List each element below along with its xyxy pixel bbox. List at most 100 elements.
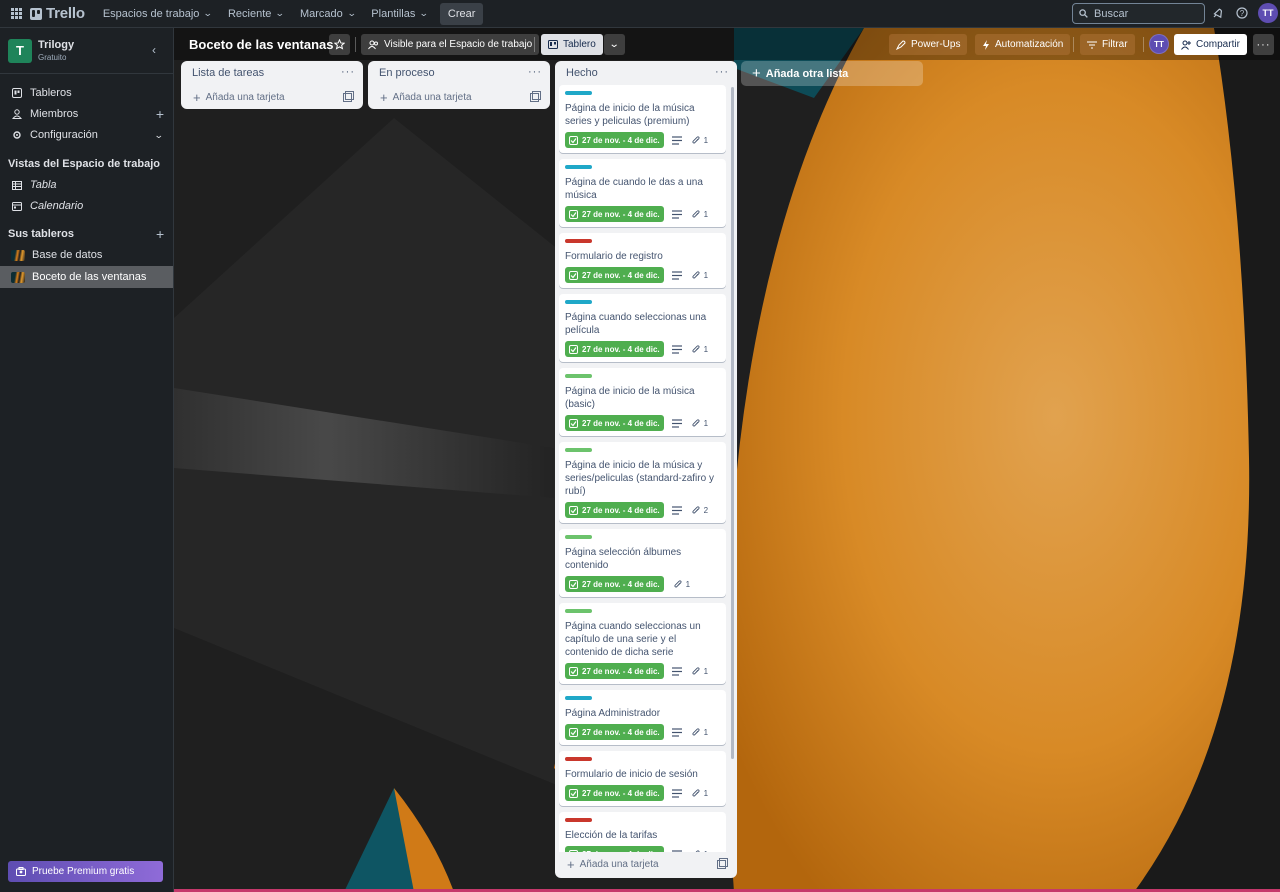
list-header[interactable]: Hecho ··· [555,61,737,85]
card[interactable]: Página selección álbumes contenido 27 de … [559,529,726,597]
chevron-down-icon: ⌄ [275,8,286,18]
due-date-badge[interactable]: 27 de nov. - 4 de dic. [565,415,664,431]
nav-recent[interactable]: Reciente ⌄ [220,2,292,26]
due-date-text: 27 de nov. - 4 de dic. [582,270,660,280]
card[interactable]: Página de cuando le das a una música 27 d… [559,159,726,227]
card-template-icon[interactable] [717,858,728,869]
card-label-green[interactable] [565,609,592,613]
add-board-icon[interactable]: + [156,226,164,242]
notifications-icon[interactable] [1210,5,1226,21]
sidebar-board-boceto-de-las-ventanas[interactable]: Boceto de las ventanas [0,266,173,288]
card[interactable]: Página cuando seleccionas un capítulo de… [559,603,726,684]
card-template-icon[interactable] [530,91,541,102]
card[interactable]: Página cuando seleccionas una película 27… [559,294,726,362]
card[interactable]: Página de inicio de la música (basic) 27 … [559,368,726,436]
card-badges: 27 de nov. - 4 de dic. 1 [565,267,720,283]
person-icon [11,108,23,120]
card-label-green[interactable] [565,448,592,452]
board-member-avatar[interactable]: TT [1149,34,1169,54]
trello-logo-text: Trello [46,5,85,22]
chevron-down-icon: ⌄ [609,39,620,50]
due-date-badge[interactable]: 27 de nov. - 4 de dic. [565,341,664,357]
app-switcher-icon[interactable] [8,6,24,22]
add-list-button[interactable]: + Añada otra lista [741,61,923,86]
sidebar-board-base-de-datos[interactable]: Base de datos [0,245,173,265]
share-button[interactable]: Compartir [1174,34,1247,55]
nav-starred[interactable]: Marcado ⌄ [292,2,363,26]
try-premium-label: Pruebe Premium gratis [32,866,135,877]
help-icon[interactable]: ? [1234,5,1250,21]
card-label-teal[interactable] [565,165,592,169]
list-header[interactable]: Lista de tareas ··· [181,61,363,85]
workspace-avatar[interactable]: T [8,38,32,63]
card-label-teal[interactable] [565,300,592,304]
paperclip-icon [692,666,700,674]
due-date-badge[interactable]: 27 de nov. - 4 de dic. [565,663,664,679]
card-title: Formulario de inicio de sesión [565,769,698,780]
due-date-badge[interactable]: 27 de nov. - 4 de dic. [565,132,664,148]
sidebar-item-table[interactable]: Tabla [0,175,173,195]
card[interactable]: Formulario de registro 27 de nov. - 4 de … [559,233,726,288]
attachments-count: 1 [703,727,709,737]
list-title[interactable]: En proceso [379,67,435,79]
search-input[interactable]: Buscar [1072,3,1205,24]
power-ups-button[interactable]: Power-Ups [889,34,968,55]
top-navigation-bar: Trello Espacios de trabajo ⌄ Reciente ⌄ Ma… [0,0,1280,28]
card-label-teal[interactable] [565,91,592,95]
card-label-green[interactable] [565,535,592,539]
card-label-red[interactable] [565,757,592,761]
nav-templates[interactable]: Plantillas ⌄ [363,2,436,26]
create-button[interactable]: Crear [439,2,484,25]
nav-workspaces[interactable]: Espacios de trabajo ⌄ [95,2,220,26]
sidebar-item-members[interactable]: Miembros + [0,104,173,124]
list-menu-icon[interactable]: ··· [528,65,542,79]
due-date-badge[interactable]: 27 de nov. - 4 de dic. [565,502,664,518]
user-avatar[interactable]: TT [1258,3,1278,23]
due-date-badge[interactable]: 27 de nov. - 4 de dic. [565,576,664,592]
add-card-button[interactable]: + Añada una tarjeta [181,85,363,109]
checkbox-checked-icon [569,579,578,589]
list-title[interactable]: Hecho [566,67,598,79]
workspace-name[interactable]: Trilogy [38,39,74,51]
board-title[interactable]: Boceto de las ventanas [189,37,334,52]
list-title[interactable]: Lista de tareas [192,67,264,79]
board-view-button[interactable]: Tablero [541,34,603,55]
attachments-badge: 1 [692,271,708,280]
add-list-label: Añada otra lista [765,67,849,80]
due-date-badge[interactable]: 27 de nov. - 4 de dic. [565,724,664,740]
collapse-sidebar-icon[interactable]: ‹ [146,42,162,58]
card[interactable]: Página Administrador 27 de nov. - 4 de di… [559,690,726,745]
list-menu-icon[interactable]: ··· [341,65,355,79]
card-label-teal[interactable] [565,696,592,700]
card-label-green[interactable] [565,374,592,378]
card-template-icon[interactable] [343,91,354,102]
list-scrollbar[interactable] [731,87,734,759]
add-card-button[interactable]: + Añada una tarjeta [368,85,550,109]
visibility-button[interactable]: Visible para el Espacio de trabajo [361,34,540,55]
sidebar-item-calendar[interactable]: Calendario [0,196,173,216]
try-premium-button[interactable]: Pruebe Premium gratis [8,861,163,882]
due-date-badge[interactable]: 27 de nov. - 4 de dic. [565,267,664,283]
automation-button[interactable]: Automatización [975,34,1071,55]
add-member-icon[interactable]: + [156,106,164,122]
trello-logo[interactable]: Trello [30,5,85,22]
sidebar-item-settings[interactable]: Configuración ⌄ [0,125,173,145]
list-header[interactable]: En proceso ··· [368,61,550,85]
board-menu-button[interactable]: ··· [1253,34,1274,55]
card-label-red[interactable] [565,818,592,822]
card[interactable]: Elección de la tarifas27 de nov. - 4 de … [559,812,726,856]
card[interactable]: Formulario de inicio de sesión 27 de nov.… [559,751,726,806]
attachments-count: 1 [703,344,709,354]
due-date-badge[interactable]: 27 de nov. - 4 de dic. [565,206,664,222]
card[interactable]: Página de inicio de la música series y p… [559,85,726,153]
card[interactable]: Página de inicio de la música y series/p… [559,442,726,523]
paperclip-icon [692,344,700,352]
view-switcher-button[interactable]: ⌄ [604,34,625,55]
due-date-badge[interactable]: 27 de nov. - 4 de dic. [565,785,664,801]
add-card-button[interactable]: + Añada una tarjeta [555,852,737,876]
sidebar-item-boards[interactable]: Tableros [0,83,173,103]
card-label-red[interactable] [565,239,592,243]
list-menu-icon[interactable]: ··· [715,65,729,79]
star-board-button[interactable] [329,34,350,55]
filter-button[interactable]: Filtrar [1080,34,1135,55]
